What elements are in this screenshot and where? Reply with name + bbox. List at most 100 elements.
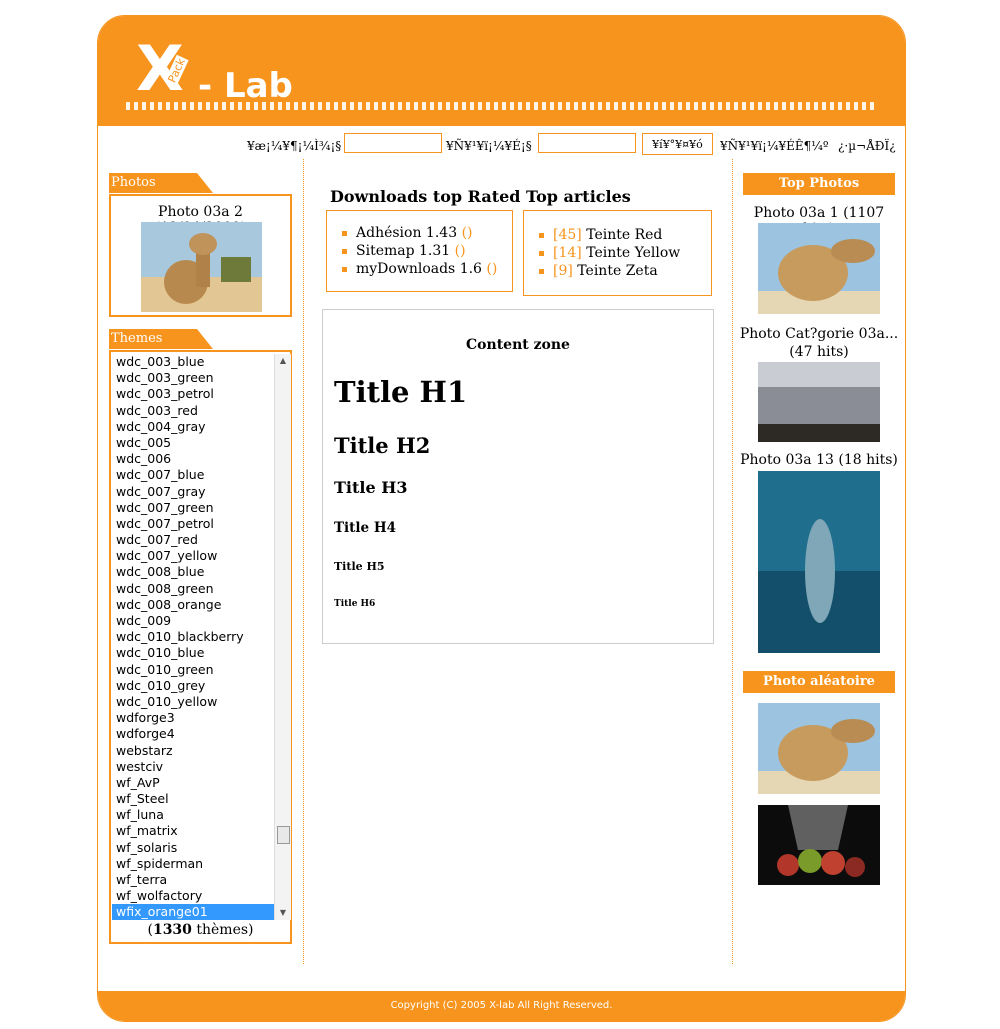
theme-option[interactable]: wdc_007_green: [112, 500, 274, 516]
theme-option[interactable]: wdc_003_petrol: [112, 386, 274, 402]
theme-option[interactable]: wdc_008_orange: [112, 597, 274, 613]
theme-option[interactable]: wf_wolfactory: [112, 888, 274, 904]
theme-option[interactable]: wdc_007_gray: [112, 484, 274, 500]
theme-option[interactable]: wdc_007_petrol: [112, 516, 274, 532]
top-photo-3[interactable]: [758, 471, 880, 653]
theme-option[interactable]: wdc_007_red: [112, 532, 274, 548]
downloads-title: Downloads top Rated: [330, 187, 521, 206]
download-link[interactable]: Adhésion 1.43: [356, 225, 457, 241]
top-photo-3-caption: Photo 03a 13 (18 hits): [740, 452, 898, 468]
top-photo-1[interactable]: [758, 223, 880, 314]
article-link[interactable]: Teinte Red: [586, 227, 662, 243]
top-photo-2[interactable]: [758, 362, 880, 442]
content-zone: Content zone Title H1 Title H2 Title H3 …: [322, 309, 714, 644]
title-h6: Title H6: [334, 599, 376, 609]
theme-option[interactable]: wdc_007_blue: [112, 467, 274, 483]
themes-count-value: 1330: [152, 922, 192, 938]
article-hits: [45]: [553, 227, 582, 243]
title-h4: Title H4: [334, 520, 396, 536]
theme-option[interactable]: wf_AvP: [112, 775, 274, 791]
article-link[interactable]: Teinte Yellow: [586, 245, 680, 261]
theme-option[interactable]: wdc_003_red: [112, 403, 274, 419]
theme-option[interactable]: wf_matrix: [112, 823, 274, 839]
left-divider: [303, 159, 304, 964]
theme-option[interactable]: wdc_003_green: [112, 370, 274, 386]
password-input[interactable]: [538, 133, 636, 153]
login-button[interactable]: ¥í¥°¥¤¥ó: [642, 133, 713, 155]
theme-option[interactable]: wf_terra: [112, 872, 274, 888]
theme-option[interactable]: wdc_006: [112, 451, 274, 467]
dolphin-image: [758, 471, 880, 653]
scroll-thumb[interactable]: [277, 826, 290, 844]
title-h2: Title H2: [334, 433, 431, 458]
articles-box: [45] Teinte Red [14] Teinte Yellow [9] Tei…: [523, 210, 712, 296]
theme-option[interactable]: wf_Steel: [112, 791, 274, 807]
random-photo-2[interactable]: [758, 805, 880, 885]
themes-count: (1330 thèmes): [147, 922, 254, 938]
fruit-water-image: [758, 805, 880, 885]
theme-option[interactable]: wdc_010_grey: [112, 678, 274, 694]
camel-image: [141, 222, 262, 312]
download-item[interactable]: Adhésion 1.43 (): [340, 224, 497, 242]
theme-option[interactable]: wdc_010_blue: [112, 645, 274, 661]
theme-option[interactable]: wf_spiderman: [112, 856, 274, 872]
theme-option[interactable]: wdforge4: [112, 726, 274, 742]
title-h3: Title H3: [334, 478, 408, 497]
random-photo-title: Photo aléatoire: [743, 671, 895, 693]
theme-option[interactable]: wdc_010_blackberry: [112, 629, 274, 645]
download-rating: (): [486, 261, 498, 277]
title-h5: Title H5: [334, 560, 385, 573]
camel-closeup-image: [758, 223, 880, 314]
themes-box: wdc_003_blue wdc_003_green wdc_003_petrol w…: [109, 350, 292, 944]
theme-option[interactable]: wdc_009: [112, 613, 274, 629]
download-link[interactable]: Sitemap 1.31: [356, 243, 450, 259]
content-zone-label: Content zone: [466, 337, 570, 353]
login-bar: ¥æ¡¼¥¶¡¼Ì¾¡§ ¥Ñ¥¹¥ï¡¼¥É¡§ ¥í¥°¥¤¥ó ¥Ñ¥¹¥…: [98, 133, 905, 159]
themes-title: Themes: [109, 329, 213, 349]
recent-photos-box: Photo 03a 2 (12/04/2009): [109, 194, 292, 317]
articles-list: [45] Teinte Red [14] Teinte Yellow [9] Tei…: [537, 226, 680, 280]
lost-password-link[interactable]: ¥Ñ¥¹¥ï¡¼¥ÉÊ¶¼º: [720, 139, 829, 153]
download-link[interactable]: myDownloads 1.6: [356, 261, 482, 277]
article-item[interactable]: [45] Teinte Red: [537, 226, 680, 244]
themes-scrollbar[interactable]: ▲ ▼: [274, 354, 291, 920]
article-hits: [9]: [553, 263, 573, 279]
site-header: X Pack - Lab: [98, 16, 905, 126]
article-hits: [14]: [553, 245, 582, 261]
theme-option[interactable]: wdc_007_yellow: [112, 548, 274, 564]
theme-option[interactable]: wfix_orange01: [112, 904, 274, 920]
theme-option[interactable]: wf_solaris: [112, 840, 274, 856]
article-item[interactable]: [14] Teinte Yellow: [537, 244, 680, 262]
theme-option[interactable]: wdc_004_gray: [112, 419, 274, 435]
top-photos-title: Top Photos: [743, 173, 895, 195]
username-input[interactable]: [344, 133, 442, 153]
theme-option[interactable]: wdc_008_green: [112, 581, 274, 597]
scroll-down-icon[interactable]: ▼: [275, 906, 291, 920]
theme-option[interactable]: wdc_003_blue: [112, 354, 274, 370]
download-rating: (): [454, 243, 466, 259]
article-link[interactable]: Teinte Zeta: [577, 263, 657, 279]
theme-option[interactable]: webstarz: [112, 743, 274, 759]
scroll-up-icon[interactable]: ▲: [275, 354, 291, 368]
theme-option[interactable]: westciv: [112, 759, 274, 775]
articles-title: Top articles: [526, 187, 631, 206]
theme-option[interactable]: wdc_010_green: [112, 662, 274, 678]
theme-option[interactable]: wdforge3: [112, 710, 274, 726]
theme-option[interactable]: wf_luna: [112, 807, 274, 823]
camel-closeup-image: [758, 703, 880, 794]
themes-listbox[interactable]: wdc_003_blue wdc_003_green wdc_003_petrol w…: [112, 354, 274, 920]
random-photo-1[interactable]: [758, 703, 880, 794]
recent-photo-camel[interactable]: [141, 222, 262, 312]
theme-option[interactable]: wdc_005: [112, 435, 274, 451]
logo-lab: - Lab: [198, 66, 293, 106]
download-item[interactable]: Sitemap 1.31 (): [340, 242, 497, 260]
site-footer: Copyright (C) 2005 X-lab All Right Reser…: [98, 991, 905, 1021]
download-item[interactable]: myDownloads 1.6 (): [340, 260, 497, 278]
header-checker-strip: [126, 102, 878, 110]
recent-photos-title: Photos récentes: [109, 173, 213, 210]
theme-option[interactable]: wdc_010_yellow: [112, 694, 274, 710]
theme-option[interactable]: wdc_008_blue: [112, 564, 274, 580]
register-link[interactable]: ¿·µ¬ÅÐÏ¿: [838, 139, 896, 153]
top-photo-2-caption: Photo Cat?gorie 03a... (47 hits): [739, 326, 899, 360]
article-item[interactable]: [9] Teinte Zeta: [537, 262, 680, 280]
